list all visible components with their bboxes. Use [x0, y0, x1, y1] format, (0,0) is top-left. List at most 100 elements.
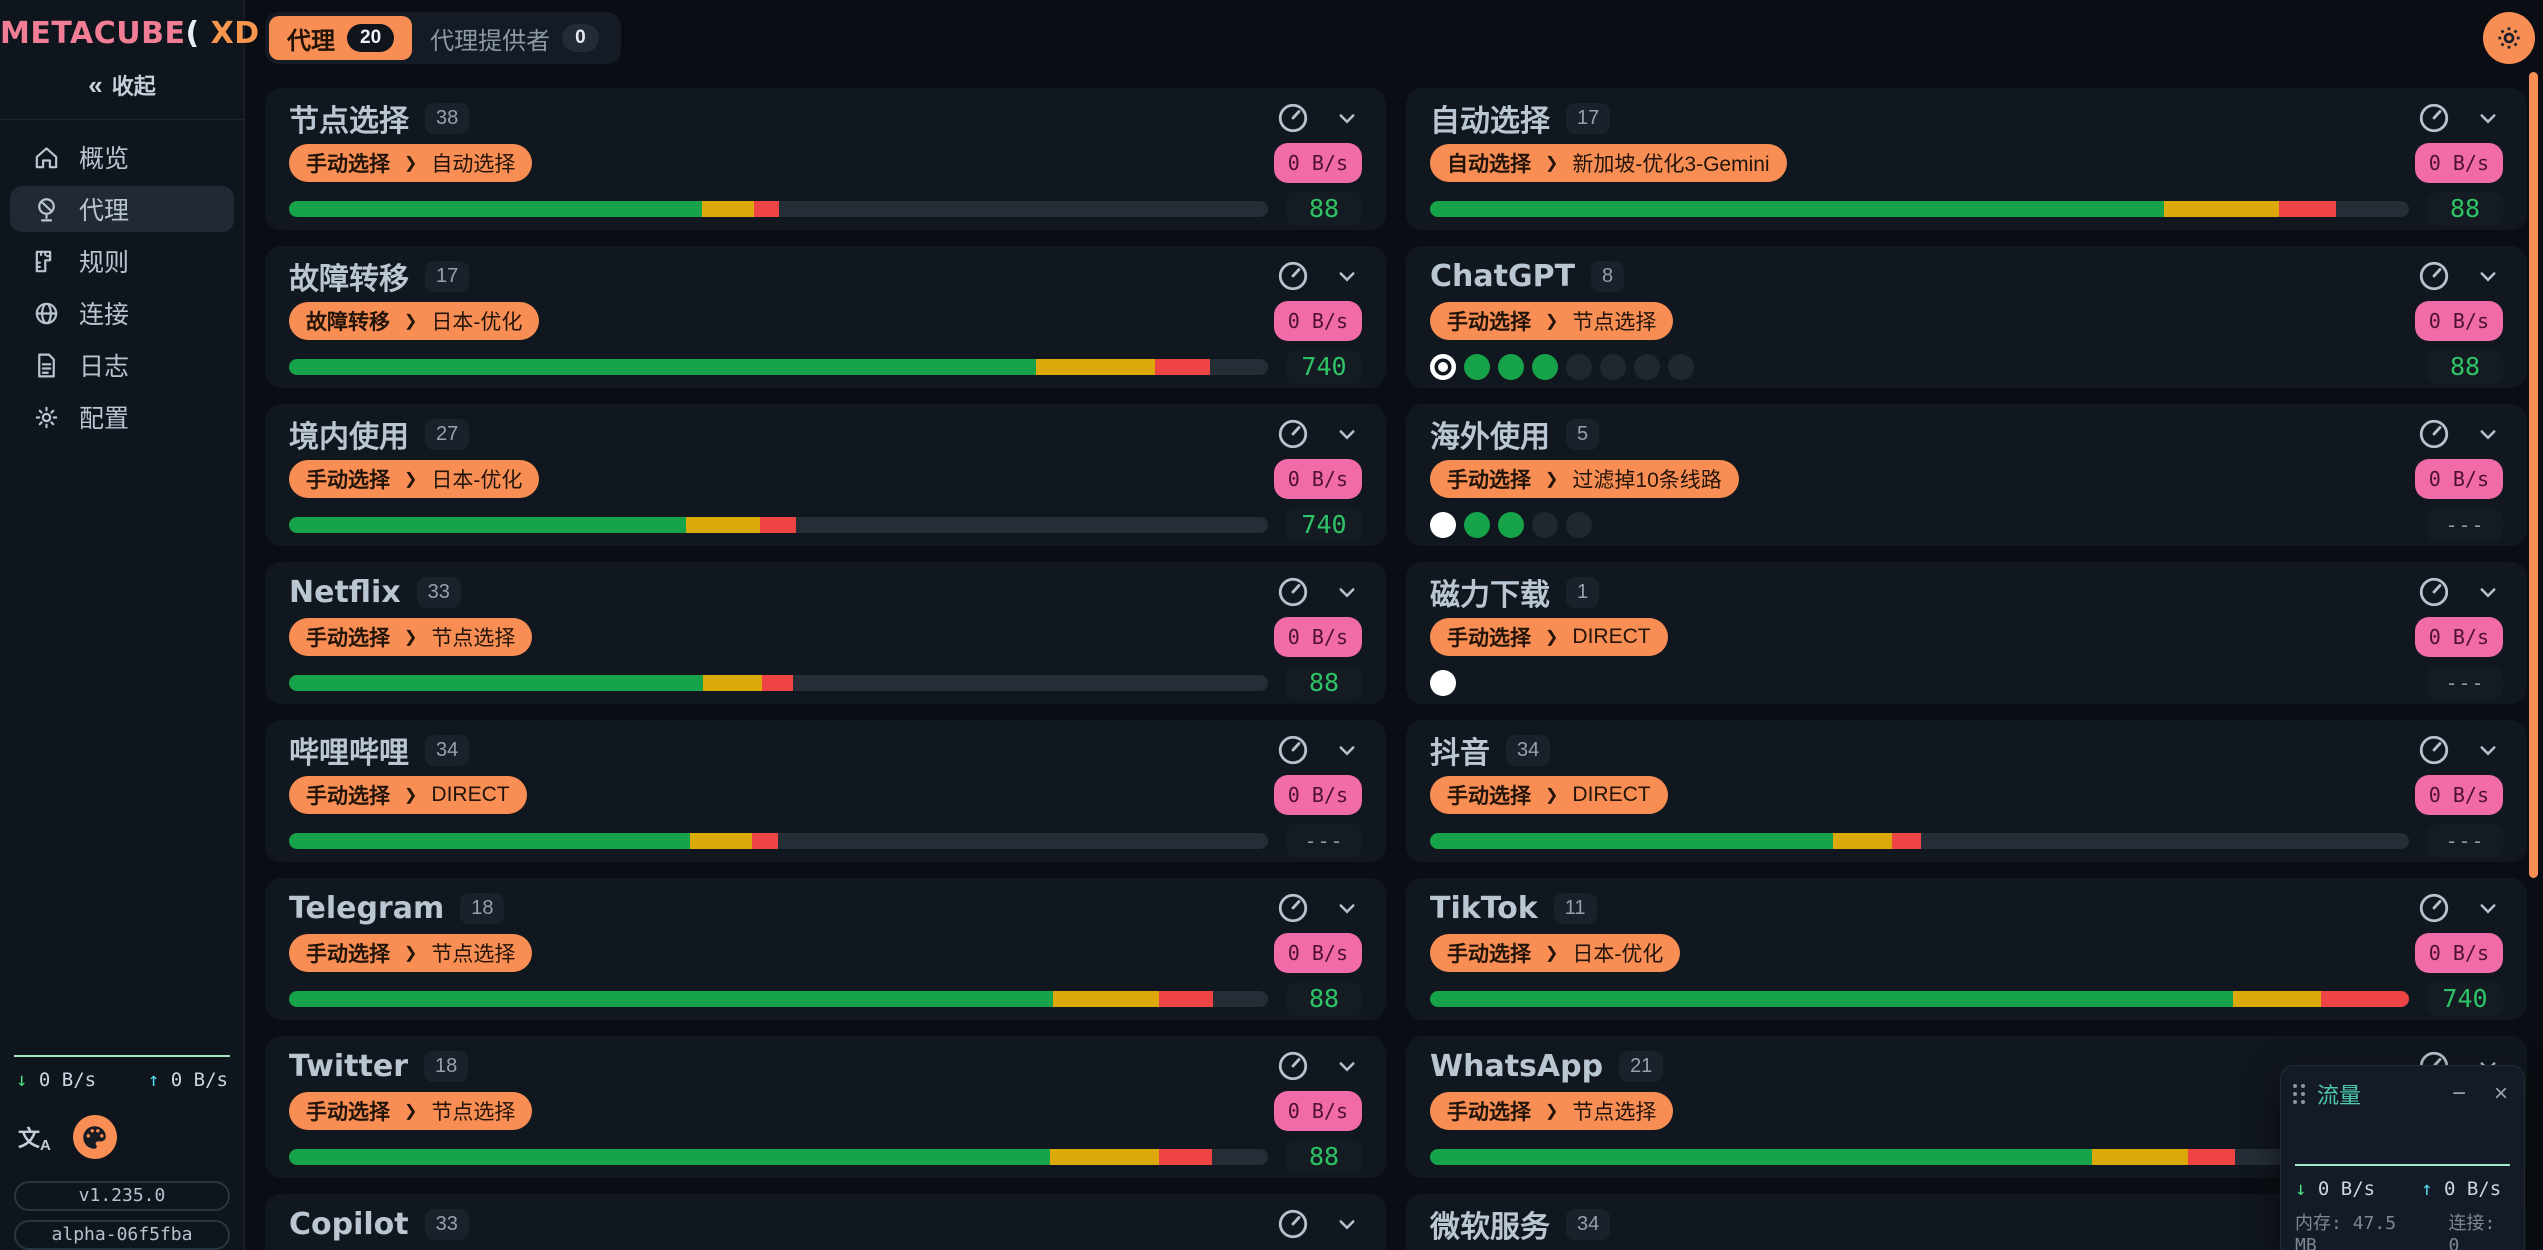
- node-count-badge: 33: [425, 1209, 469, 1240]
- mode-badge[interactable]: 手动选择❯日本-优化: [1430, 934, 1680, 972]
- chevron-down-icon[interactable]: [2473, 893, 2503, 923]
- proxy-node-dot[interactable]: [1498, 354, 1524, 380]
- proxy-node-dot[interactable]: [1464, 512, 1490, 538]
- proxy-node-dot[interactable]: [1464, 354, 1490, 380]
- tab-代理提供者[interactable]: 代理提供者0: [412, 16, 617, 60]
- proxy-node-dot[interactable]: [1430, 670, 1456, 696]
- chevron-down-icon[interactable]: [2473, 735, 2503, 765]
- group-latency-value: 88: [1286, 982, 1362, 1016]
- minimize-button[interactable]: −: [2452, 1084, 2466, 1104]
- indicator-row: 740: [289, 508, 1362, 542]
- mode-badge[interactable]: 手动选择❯节点选择: [289, 1092, 532, 1130]
- chevron-down-icon[interactable]: [1332, 577, 1362, 607]
- sidebar: METACUBE( XD ) « 收起 概览代理规则连接日志配置 ↓ 0 B/s…: [0, 0, 245, 1250]
- latency-test-button[interactable]: [1276, 891, 1310, 925]
- chevron-down-icon[interactable]: [1332, 893, 1362, 923]
- sidebar-item-规则[interactable]: 规则: [10, 238, 234, 284]
- latency-distribution-bar: [289, 833, 1268, 849]
- mode-badge[interactable]: 手动选择❯DIRECT: [289, 776, 527, 814]
- proxy-node-dot[interactable]: [1600, 354, 1626, 380]
- memory-usage: 内存: 47.5 MB: [2295, 1209, 2423, 1250]
- latency-test-button[interactable]: [1276, 101, 1310, 135]
- latency-test-button[interactable]: [2417, 101, 2451, 135]
- latency-test-button[interactable]: [1276, 417, 1310, 451]
- latency-test-button[interactable]: [1276, 259, 1310, 293]
- proxy-node-dot[interactable]: [1498, 512, 1524, 538]
- mode-badge[interactable]: 手动选择❯节点选择: [289, 934, 532, 972]
- sidebar-item-代理[interactable]: 代理: [10, 186, 234, 232]
- chevron-right-icon: ❯: [404, 785, 417, 805]
- sidebar-item-日志[interactable]: 日志: [10, 342, 234, 388]
- proxy-group-card: 故障转移17故障转移❯日本-优化0 B/s740: [265, 246, 1386, 388]
- latency-test-button[interactable]: [1276, 575, 1310, 609]
- chevron-down-icon[interactable]: [2473, 261, 2503, 291]
- node-count-badge: 18: [460, 893, 504, 924]
- chevron-down-icon[interactable]: [1332, 261, 1362, 291]
- scrollbar-thumb[interactable]: [2529, 72, 2538, 878]
- indicator-row: 88: [289, 982, 1362, 1016]
- tab-代理[interactable]: 代理20: [269, 16, 412, 60]
- mode-badge[interactable]: 手动选择❯DIRECT: [1430, 618, 1668, 656]
- mode-badge[interactable]: 手动选择❯自动选择: [289, 144, 532, 182]
- latency-test-button[interactable]: [2417, 259, 2451, 293]
- proxy-node-dot[interactable]: [1430, 512, 1456, 538]
- proxy-node-dot[interactable]: [1566, 354, 1592, 380]
- latency-test-button[interactable]: [1276, 733, 1310, 767]
- up-arrow-icon: ↑: [148, 1069, 159, 1091]
- latency-test-button[interactable]: [1276, 1207, 1310, 1241]
- sidebar-item-配置[interactable]: 配置: [10, 394, 234, 440]
- chevron-down-icon[interactable]: [2473, 577, 2503, 607]
- chevron-down-icon[interactable]: [2473, 419, 2503, 449]
- group-title: 海外使用: [1430, 412, 1550, 456]
- proxy-node-dot[interactable]: [1566, 512, 1592, 538]
- theme-palette-button[interactable]: [73, 1115, 117, 1159]
- latency-test-button[interactable]: [2417, 891, 2451, 925]
- proxy-node-dot[interactable]: [1532, 354, 1558, 380]
- selected-proxy-label: DIRECT: [1572, 625, 1650, 649]
- latency-test-button[interactable]: [2417, 417, 2451, 451]
- card-header: 海外使用5: [1430, 416, 2503, 452]
- chevron-down-icon[interactable]: [2473, 103, 2503, 133]
- frontend-version-badge[interactable]: v1.235.0: [14, 1181, 230, 1211]
- close-icon[interactable]: ×: [2494, 1084, 2508, 1104]
- collapse-sidebar-button[interactable]: « 收起: [0, 69, 244, 101]
- home-icon: [32, 143, 61, 172]
- chevron-down-icon[interactable]: [1332, 103, 1362, 133]
- latency-test-button[interactable]: [2417, 575, 2451, 609]
- chevron-down-icon[interactable]: [1332, 1209, 1362, 1239]
- selected-proxy-label: 日本-优化: [431, 464, 522, 494]
- mode-badge[interactable]: 手动选择❯日本-优化: [289, 460, 539, 498]
- mode-badge[interactable]: 手动选择❯过滤掉10条线路: [1430, 460, 1739, 498]
- up-arrow-icon: ↑: [2421, 1178, 2432, 1200]
- proxy-node-dot[interactable]: [1430, 354, 1456, 380]
- sidebar-item-概览[interactable]: 概览: [10, 134, 234, 180]
- divider: [0, 119, 244, 120]
- sidebar-item-连接[interactable]: 连接: [10, 290, 234, 336]
- node-count-badge: 17: [425, 261, 469, 292]
- mode-badge[interactable]: 手动选择❯DIRECT: [1430, 776, 1668, 814]
- chevron-down-icon[interactable]: [1332, 1051, 1362, 1081]
- latency-test-button[interactable]: [1276, 1049, 1310, 1083]
- proxy-node-dot[interactable]: [1532, 512, 1558, 538]
- mode-badge[interactable]: 手动选择❯节点选择: [1430, 302, 1673, 340]
- mode-badge[interactable]: 自动选择❯新加坡-优化3-Gemini: [1430, 144, 1787, 182]
- drag-handle-icon[interactable]: [2293, 1084, 2305, 1104]
- proxy-node-dot[interactable]: [1668, 354, 1694, 380]
- latency-distribution-bar: [289, 517, 1268, 533]
- language-toggle-button[interactable]: 文A: [18, 1121, 51, 1154]
- latency-test-button[interactable]: [2417, 733, 2451, 767]
- chevron-down-icon[interactable]: [1332, 735, 1362, 765]
- core-version-badge[interactable]: alpha-06f5fba: [14, 1220, 230, 1250]
- chevron-down-icon[interactable]: [1332, 419, 1362, 449]
- proxy-group-card: ChatGPT8手动选择❯节点选择0 B/s88: [1406, 246, 2527, 388]
- latency-distribution-bar: [1430, 1149, 2409, 1165]
- mode-badge[interactable]: 手动选择❯节点选择: [289, 618, 532, 656]
- mode-badge[interactable]: 故障转移❯日本-优化: [289, 302, 539, 340]
- selected-proxy-label: 新加坡-优化3-Gemini: [1572, 148, 1769, 178]
- node-count-badge: 33: [417, 577, 461, 608]
- mode-badge[interactable]: 手动选择❯节点选择: [1430, 1092, 1673, 1130]
- settings-button[interactable]: [2483, 12, 2535, 64]
- proxy-node-dot[interactable]: [1634, 354, 1660, 380]
- group-speed-badge: 0 B/s: [2415, 775, 2503, 815]
- sidebar-tools: 文A: [0, 1101, 244, 1159]
